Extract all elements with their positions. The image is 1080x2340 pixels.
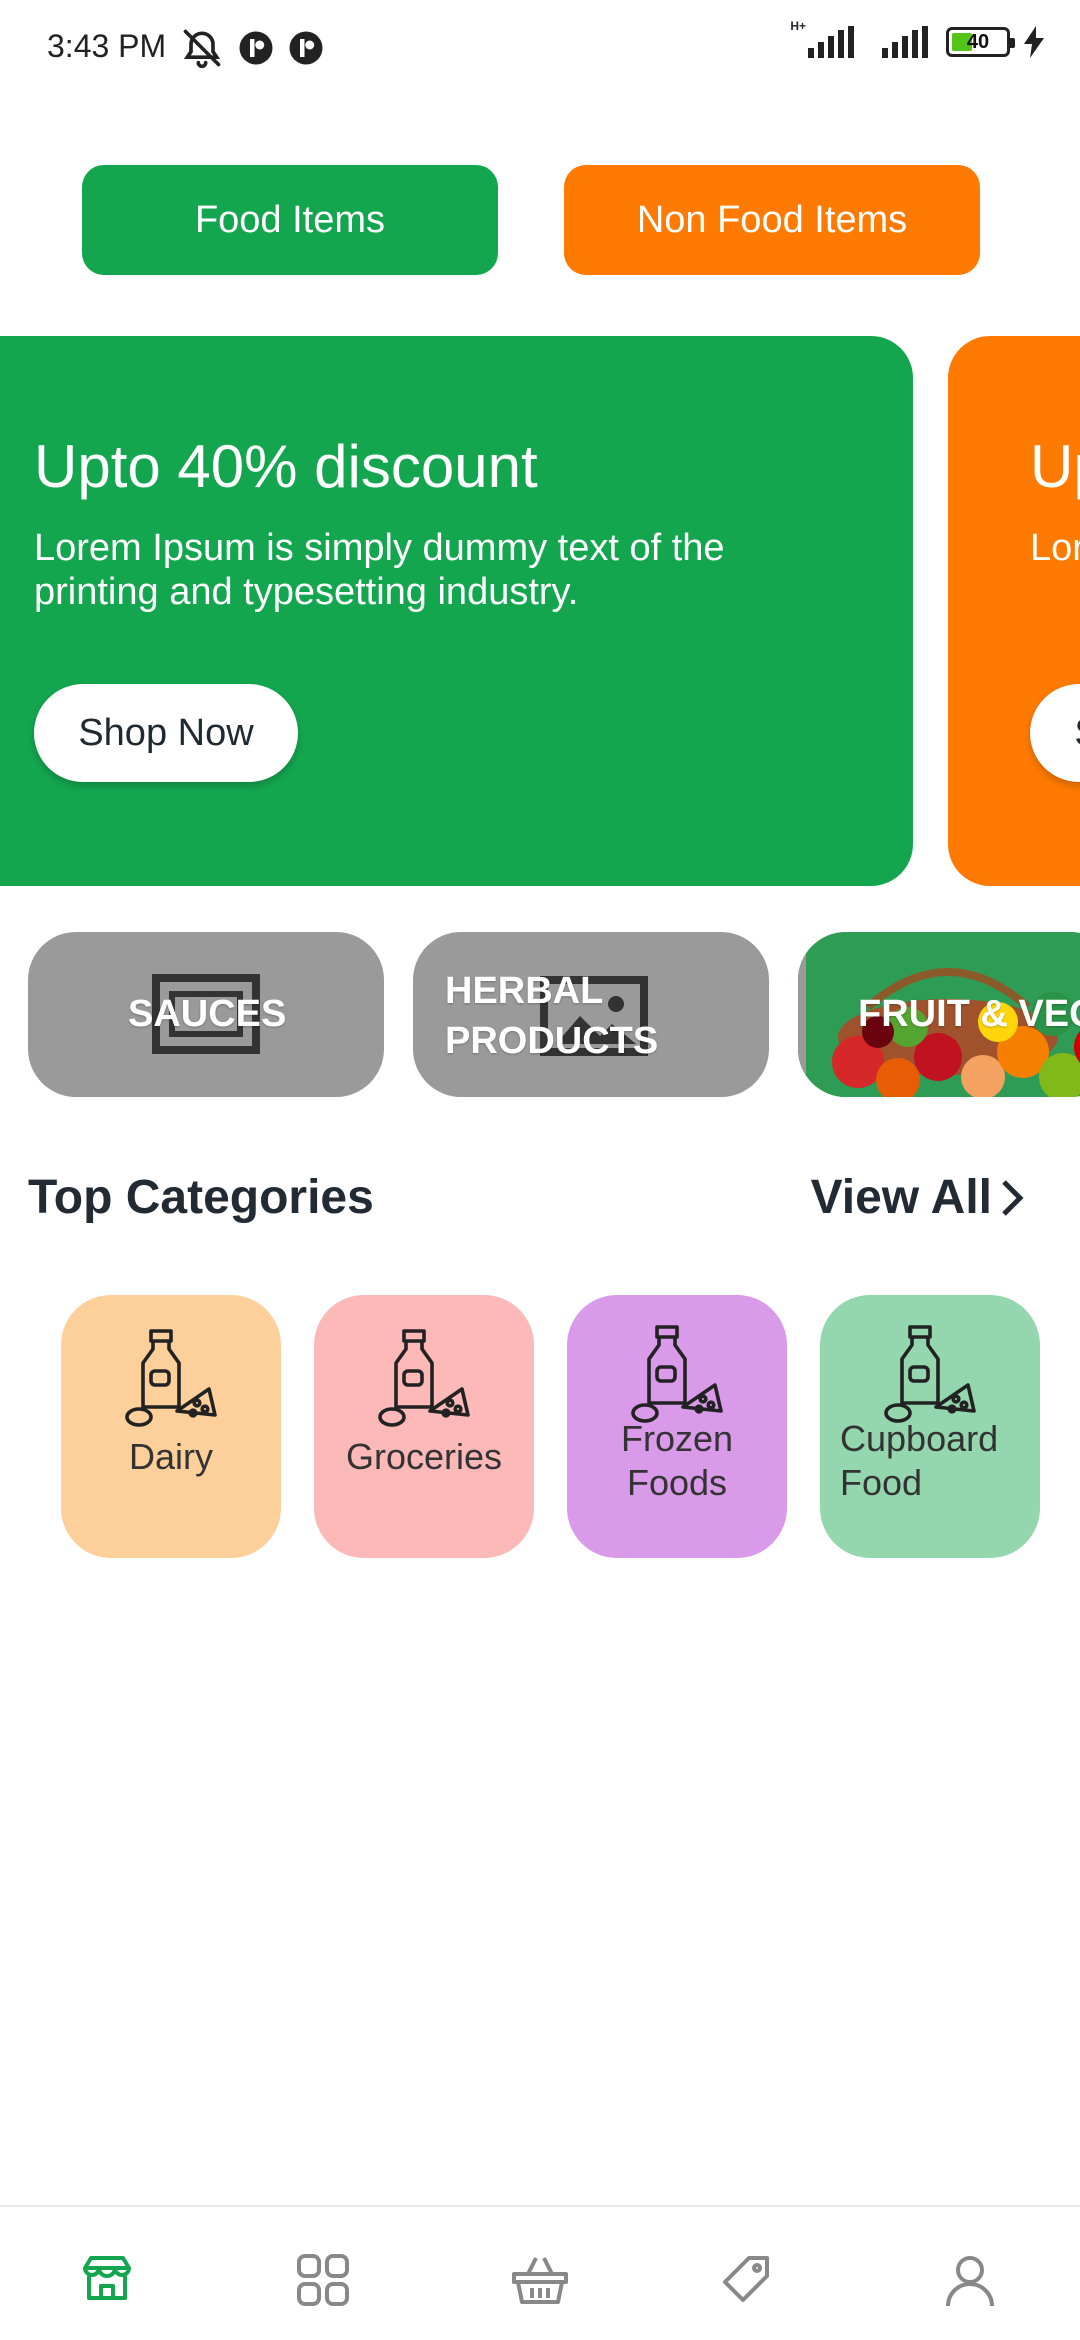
category-tile-sauces[interactable]: SAUCES xyxy=(28,932,384,1097)
banner-description: Lorem Ipsum is simply dummy text of the … xyxy=(34,527,725,613)
category-tile-fruit-veg[interactable]: FRUIT & VEG xyxy=(798,932,1080,1097)
app-screen: 3:43 PM H+ 40 Food Items Non Food Items … xyxy=(0,0,1080,2340)
charging-icon xyxy=(1024,26,1044,58)
nav-profile[interactable] xyxy=(935,2245,1005,2315)
category-card-dairy[interactable]: Dairy xyxy=(61,1295,281,1558)
banner-description: Lorem Ipsum is simply dummy text of the … xyxy=(1030,527,1080,569)
dairy-bottle-cheese-icon xyxy=(378,1329,470,1427)
category-card-cupboard-food[interactable]: Cupboard Food xyxy=(820,1295,1040,1558)
promo-banner[interactable]: Upto 40% discount Lorem Ipsum is simply … xyxy=(0,336,913,886)
category-label: Dairy xyxy=(128,1436,213,1477)
tag-icon xyxy=(723,2256,769,2302)
app-notification-icon xyxy=(289,31,323,65)
signal-icon xyxy=(808,26,854,58)
tile-label: SAUCES xyxy=(128,993,287,1035)
chevron-right-icon xyxy=(1002,1179,1024,1216)
category-card-frozen-foods[interactable]: Frozen Foods xyxy=(567,1295,787,1558)
status-bar: 3:43 PM H+ 40 xyxy=(0,0,1080,100)
status-notification-icons xyxy=(180,26,324,70)
shop-now-button[interactable]: Shop Now xyxy=(1030,684,1080,782)
basket-icon xyxy=(512,2257,568,2304)
top-categories-title: Top Categories xyxy=(28,1171,374,1224)
network-type: H+ xyxy=(790,19,806,33)
category-label: Cupboard Food xyxy=(840,1418,999,1503)
nav-offers[interactable] xyxy=(710,2245,780,2315)
promo-banner[interactable]: Upto 40% discount Lorem Ipsum is simply … xyxy=(948,336,1080,886)
bell-muted-icon xyxy=(183,29,221,69)
view-all-label: View All xyxy=(810,1171,992,1224)
view-all-link[interactable]: View All xyxy=(811,1170,1026,1225)
category-label: Groceries xyxy=(345,1436,503,1477)
shop-now-button[interactable]: Shop Now xyxy=(34,684,298,782)
dairy-bottle-cheese-icon xyxy=(125,1329,217,1427)
category-tile-herbal-products[interactable]: HERBAL PRODUCTS xyxy=(413,932,769,1097)
status-system-icons: H+ 40 xyxy=(790,19,1044,58)
grid-icon xyxy=(297,2254,349,2306)
category-label: Frozen Foods xyxy=(620,1418,734,1503)
tile-label: FRUIT & VEG xyxy=(858,993,1080,1035)
app-notification-icon xyxy=(239,31,273,65)
tile-label: HERBAL PRODUCTS xyxy=(445,970,659,1062)
battery-level: 40 xyxy=(966,30,990,53)
dairy-bottle-cheese-icon xyxy=(631,1325,723,1423)
nav-basket[interactable] xyxy=(505,2245,575,2315)
battery-icon: 40 xyxy=(946,27,1015,57)
banner-title: Upto 40% discount xyxy=(34,433,538,500)
user-icon xyxy=(946,2256,994,2307)
nav-categories[interactable] xyxy=(288,2245,358,2315)
signal-icon xyxy=(882,26,928,58)
category-card-groceries[interactable]: Groceries xyxy=(314,1295,534,1558)
banner-title: Upto 40% discount xyxy=(1030,433,1080,500)
store-icon xyxy=(83,2256,131,2300)
battery-cap xyxy=(1010,38,1015,48)
bottom-navigation xyxy=(0,2205,1080,2340)
dairy-bottle-cheese-icon xyxy=(884,1325,976,1423)
status-time: 3:43 PM xyxy=(47,28,167,64)
nav-home[interactable] xyxy=(72,2245,142,2315)
non-food-items-button[interactable]: Non Food Items xyxy=(564,165,980,275)
food-items-button[interactable]: Food Items xyxy=(82,165,498,275)
